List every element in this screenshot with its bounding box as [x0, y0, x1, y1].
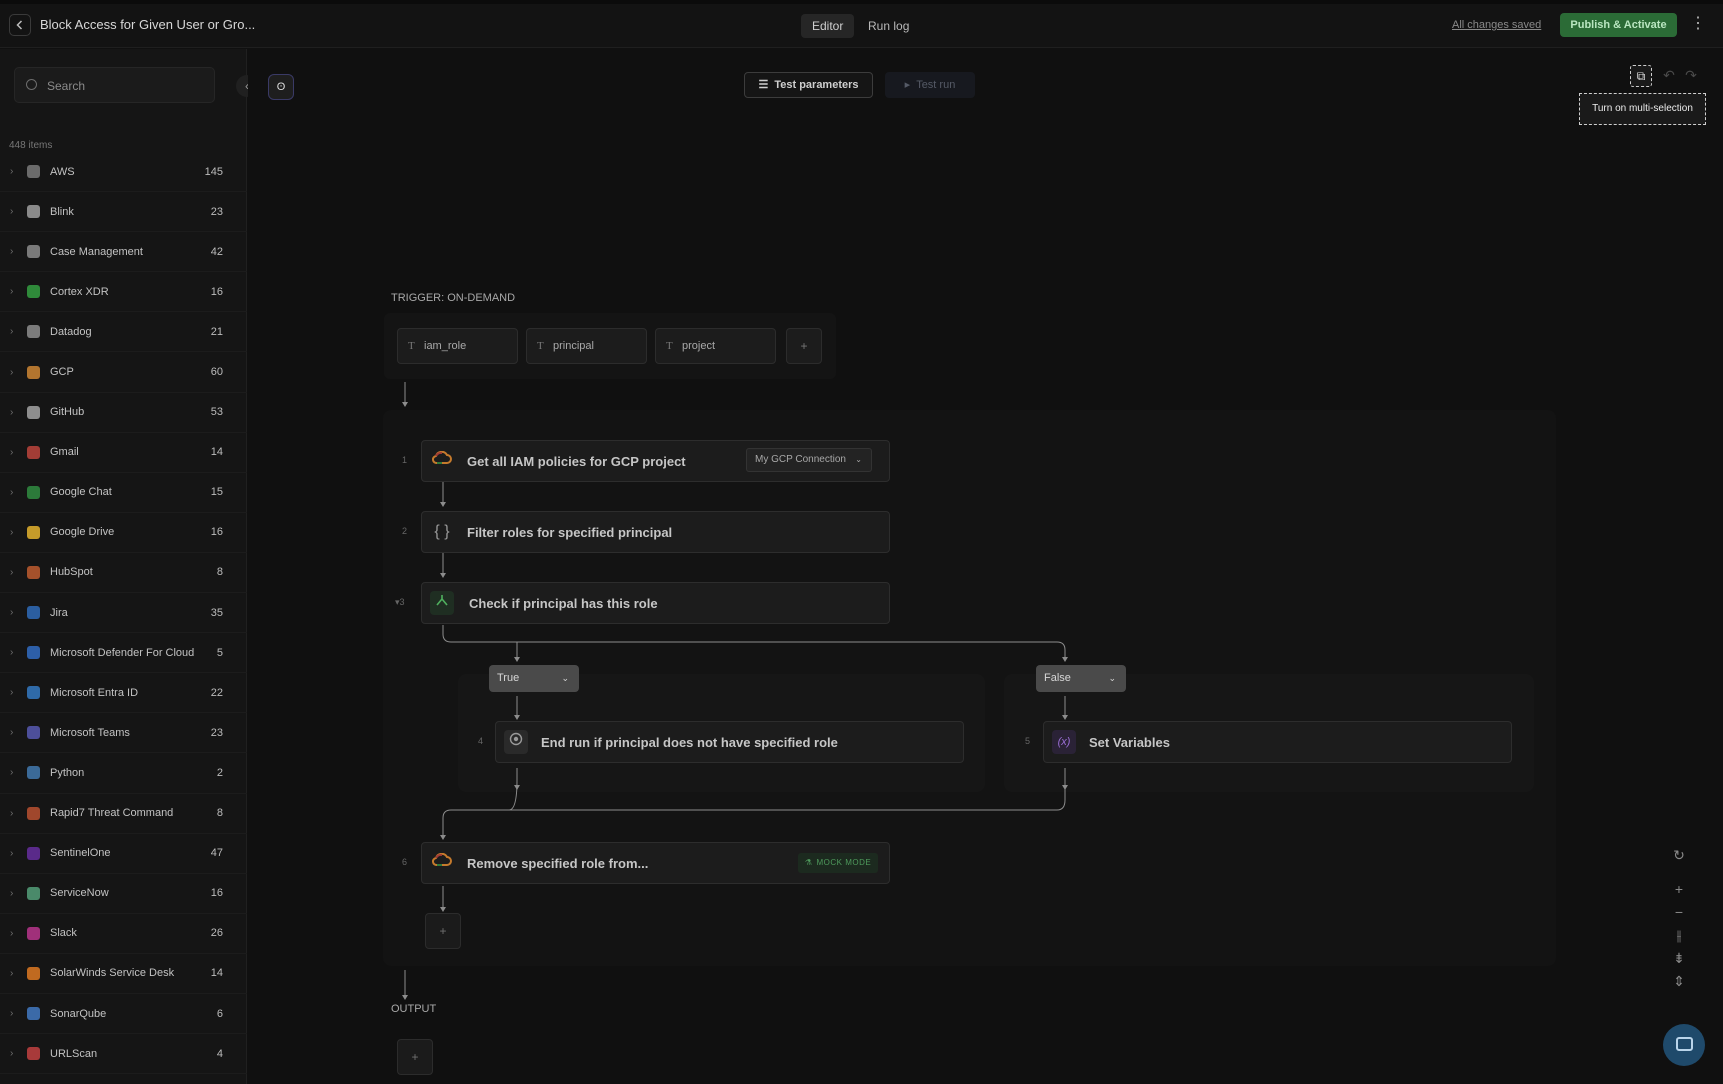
stop-circle-icon	[504, 730, 528, 754]
step-title: Set Variables	[1089, 735, 1170, 750]
variables-icon: (x)	[1052, 730, 1076, 754]
mock-icon: ⚗	[804, 858, 813, 867]
step-number: 1	[402, 455, 408, 465]
step-number: ▾3	[395, 597, 405, 608]
google-cloud-icon	[430, 449, 454, 473]
step-title: Get all IAM policies for GCP project	[467, 454, 686, 469]
step-number: 5	[1025, 736, 1031, 746]
mock-mode-label: MOCK MODE	[816, 858, 872, 867]
step-number: 6	[402, 857, 408, 867]
zoom-out-icon[interactable]: −	[1668, 902, 1690, 922]
connection-select[interactable]: My GCP Connection ⌄	[746, 448, 872, 472]
branch-false-select[interactable]: False ⌄	[1036, 665, 1126, 692]
fit-height-icon[interactable]: ⇟	[1668, 948, 1690, 968]
step-number: 2	[402, 526, 408, 536]
step-title: Filter roles for specified principal	[467, 525, 673, 540]
step-end-run[interactable]: End run if principal does not have speci…	[495, 721, 964, 763]
step-number-value: 3	[399, 597, 405, 607]
step-title: End run if principal does not have speci…	[541, 735, 838, 750]
step-check-principal[interactable]: Check if principal has this role	[421, 582, 890, 624]
add-output-button[interactable]: +	[397, 1039, 433, 1075]
output-label: OUTPUT	[391, 1003, 437, 1015]
step-number: 4	[478, 736, 484, 746]
google-cloud-icon	[430, 851, 454, 875]
zoom-in-icon[interactable]: +	[1668, 879, 1690, 899]
branch-false-label: False	[1044, 672, 1071, 684]
add-step-button[interactable]: +	[425, 913, 461, 949]
branch-true-label: True	[497, 672, 520, 684]
support-chat-button[interactable]	[1663, 1024, 1705, 1066]
connection-value: My GCP Connection	[755, 454, 846, 465]
expand-vertical-icon[interactable]: ⇕	[1668, 971, 1690, 991]
step-title: Check if principal has this role	[469, 596, 658, 611]
chat-icon	[1676, 1037, 1693, 1051]
step-title: Remove specified role from...	[467, 856, 649, 871]
branch-true-select[interactable]: True ⌄	[489, 665, 579, 692]
mock-mode-badge: ⚗ MOCK MODE	[798, 853, 878, 873]
reset-view-icon[interactable]: ↻	[1668, 845, 1690, 865]
code-braces-icon: { }	[434, 523, 450, 540]
fit-width-icon[interactable]: ⫲	[1668, 925, 1690, 945]
chevron-down-icon: ⌄	[855, 455, 862, 464]
step-filter-roles[interactable]: { } Filter roles for specified principal	[421, 511, 890, 553]
chevron-down-icon: ⌄	[561, 673, 569, 683]
chevron-down-icon: ⌄	[1108, 673, 1116, 683]
condition-branch-icon	[430, 591, 454, 615]
step-set-variables[interactable]: (x) Set Variables	[1043, 721, 1512, 763]
